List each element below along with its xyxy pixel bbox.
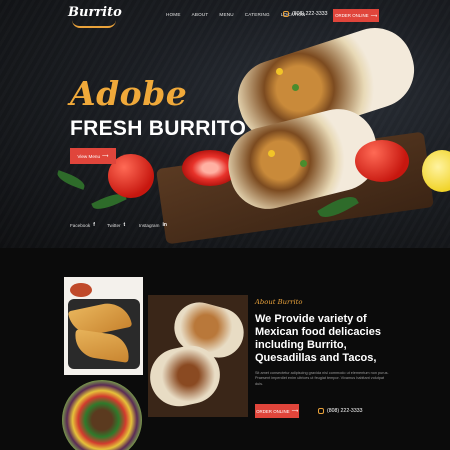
order-online-label: ORDER ONLINE [256,408,290,414]
burrito-bowl-photo [62,380,142,450]
social-link-instagram[interactable]: Instagram in [139,222,167,228]
instagram-icon: in [162,222,167,228]
arrow-right-icon: ⟶ [291,408,298,413]
corn-image [276,68,283,75]
arrow-right-icon: ⟶ [102,153,109,158]
header-phone[interactable]: (808) 222-3333 [283,11,327,17]
social-link-twitter[interactable]: Twitter t [107,222,125,228]
nav-item-catering[interactable]: CATERING [245,12,270,17]
social-label: Facebook [70,222,91,228]
corn-image [268,150,275,157]
pepper-image [292,84,299,91]
nav-item-home[interactable]: HOME [166,12,181,17]
burrito-photo [148,295,248,417]
order-online-label: ORDER ONLINE [335,13,369,18]
twitter-icon: t [123,222,126,228]
hero-script-title: Adobe [70,74,188,113]
view-menu-label: View Menu [77,153,101,159]
social-label: Twitter [107,222,121,228]
nav-item-menu[interactable]: MENU [219,12,233,17]
pepper-image [300,160,307,167]
arrow-right-icon: ⟶ [370,12,377,18]
logo-underline [72,20,116,28]
logo[interactable]: Burrito [68,2,122,32]
phone-icon [283,11,289,17]
about-phone-number: (808) 222-3333 [327,408,363,414]
social-label: Instagram [139,222,160,228]
phone-icon [318,408,324,414]
logo-text: Burrito [68,5,122,20]
about-tag: About Burrito [255,298,303,306]
order-online-button[interactable]: ORDER ONLINE ⟶ [255,404,299,418]
about-heading: We Provide variety of Mexican food delic… [255,313,381,364]
header-phone-number: (808) 222-3333 [292,11,328,17]
facebook-icon: f [93,222,95,228]
about-body-text: Sit amet consectetur adipiscing gravida … [255,371,389,386]
salsa-bowl-image [70,283,92,297]
order-online-button[interactable]: ORDER ONLINE ⟶ [333,9,379,22]
tomato-image [355,140,409,182]
hero-section: Burrito HOME ABOUT MENU CATERING LOCATIO… [0,0,450,248]
view-menu-button[interactable]: View Menu ⟶ [70,148,116,164]
social-link-facebook[interactable]: Facebook f [70,222,95,228]
nav-item-about[interactable]: ABOUT [192,12,209,17]
about-phone[interactable]: (808) 222-3333 [318,408,362,414]
quesadilla-photo [64,277,143,375]
hero-title: FRESH BURRITO [70,117,247,140]
